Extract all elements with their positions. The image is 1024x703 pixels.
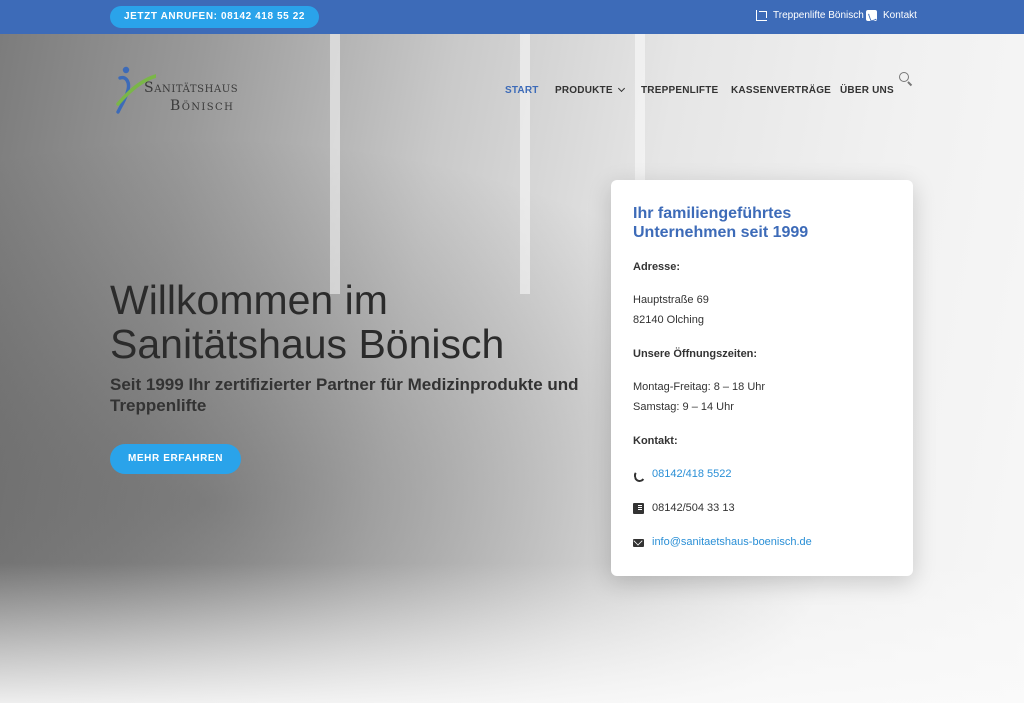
logo-text-line2: Bönisch [170, 98, 235, 114]
email-row: info@sanitaetshaus-boenisch.de [633, 536, 812, 548]
nav-item-start[interactable]: START [505, 85, 539, 96]
hours-saturday: Samstag: 9 – 14 Uhr [633, 401, 734, 413]
nav-item-produkte-label: PRODUKTE [555, 85, 613, 96]
main-navigation: START PRODUKTE TREPPENLIFTE KASSENVERTRÄ… [0, 84, 1024, 99]
envelope-icon [633, 539, 644, 547]
kontakt-link[interactable]: Kontakt [866, 10, 917, 21]
nav-item-ueber-uns[interactable]: ÜBER UNS [840, 85, 894, 96]
address-label: Adresse: [633, 261, 681, 273]
address-street: Hauptstraße 69 [633, 294, 709, 306]
search-icon[interactable] [899, 72, 913, 86]
treppenlifte-link[interactable]: Treppenlifte Bönisch [756, 10, 864, 21]
nav-item-kassenvertraege[interactable]: KASSENVERTRÄGE [731, 85, 831, 96]
nav-item-treppenlifte[interactable]: TREPPENLIFTE [641, 85, 718, 96]
nav-item-produkte[interactable]: PRODUKTE [555, 84, 625, 96]
fax-row: 08142/504 33 13 [633, 502, 735, 514]
stairlift-icon [756, 10, 767, 21]
info-card: Ihr familiengeführtes Unternehmen seit 1… [611, 180, 913, 576]
treppenlifte-link-label: Treppenlifte Bönisch [773, 10, 864, 21]
hero-subtitle: Seit 1999 Ihr zertifizierter Partner für… [110, 375, 579, 415]
top-bar: JETZT ANRUFEN: 08142 418 55 22 Treppenli… [0, 0, 1024, 34]
phone-icon [633, 469, 644, 480]
mehr-erfahren-button[interactable]: MEHR ERFAHREN [110, 444, 241, 474]
address-city: 82140 Olching [633, 314, 704, 326]
kontakt-link-label: Kontakt [883, 10, 917, 21]
hero-title: Willkommen im Sanitätshaus Bönisch [110, 277, 505, 367]
hours-label: Unsere Öffnungszeiten: [633, 348, 758, 360]
email-link[interactable]: info@sanitaetshaus-boenisch.de [652, 536, 812, 548]
phone-link[interactable]: 08142/418 5522 [652, 468, 732, 480]
phone-row: 08142/418 5522 [633, 468, 732, 480]
contact-label: Kontakt: [633, 435, 678, 447]
chevron-down-icon [617, 84, 625, 93]
fax-icon [633, 502, 644, 514]
call-now-button[interactable]: JETZT ANRUFEN: 08142 418 55 22 [110, 6, 320, 28]
fax-number: 08142/504 33 13 [652, 502, 735, 514]
card-title: Ihr familiengeführtes Unternehmen seit 1… [633, 205, 809, 241]
hours-weekdays: Montag-Freitag: 8 – 18 Uhr [633, 381, 766, 393]
phone-square-icon [866, 10, 877, 21]
